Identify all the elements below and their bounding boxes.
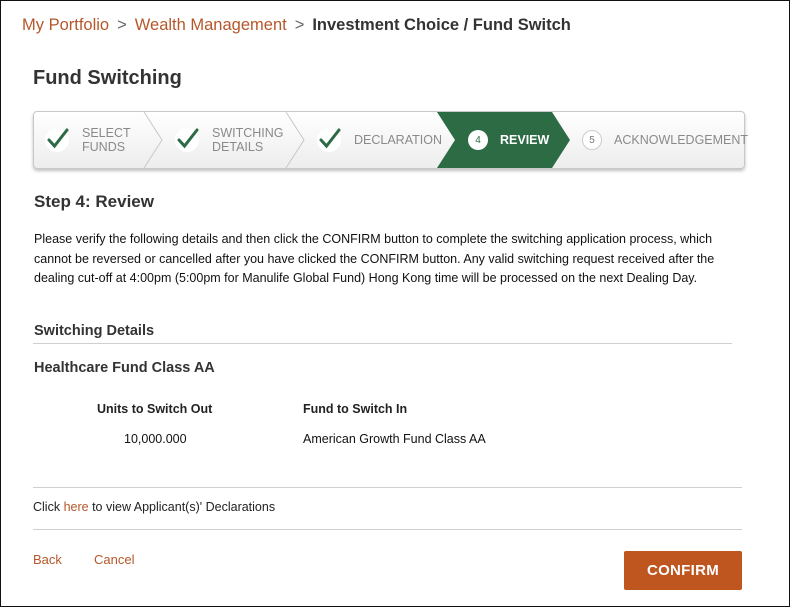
- units-value: 10,000.000: [124, 432, 187, 446]
- declarations-link[interactable]: here: [64, 500, 89, 514]
- wizard-progress: SELECT FUNDS SWITCHING DETAILS DECLARATI…: [33, 111, 748, 169]
- breadcrumb-separator: >: [294, 16, 305, 34]
- back-link[interactable]: Back: [33, 552, 62, 567]
- divider: [33, 487, 742, 488]
- confirm-button[interactable]: CONFIRM: [624, 551, 742, 590]
- check-icon: [175, 128, 199, 152]
- column-header-fund-in: Fund to Switch In: [303, 402, 408, 416]
- section-divider: [33, 343, 732, 344]
- step-divider: [143, 112, 163, 168]
- step-label: SWITCHING: [212, 126, 284, 140]
- step-heading: Step 4: Review: [34, 192, 154, 211]
- step-label: ACKNOWLEDGEMENT: [614, 133, 749, 147]
- declaration-suffix: to view Applicant(s)' Declarations: [88, 500, 276, 514]
- step-review: 4 REVIEW: [468, 112, 549, 168]
- step-label: DETAILS: [212, 140, 264, 154]
- step-number-badge: 5: [582, 130, 602, 150]
- breadcrumb-separator: >: [117, 16, 127, 34]
- step-switching-details: SWITCHING DETAILS: [174, 112, 284, 168]
- breadcrumb-wealth-management[interactable]: Wealth Management: [135, 16, 287, 34]
- step-label: FUNDS: [82, 140, 126, 154]
- page-title: Fund Switching: [33, 67, 182, 89]
- step-declaration: DECLARATION: [316, 112, 442, 168]
- declaration-prefix: Click: [33, 500, 64, 514]
- review-instructions: Please verify the following details and …: [34, 232, 715, 285]
- declaration-text: Click here to view Applicant(s)' Declara…: [33, 500, 275, 514]
- breadcrumb-current: Investment Choice / Fund Switch: [312, 16, 571, 34]
- step-select-funds: SELECT FUNDS: [44, 112, 131, 168]
- switch-out-fund-name: Healthcare Fund Class AA: [34, 360, 215, 376]
- page-frame: [0, 0, 790, 607]
- column-header-units: Units to Switch Out: [97, 402, 213, 416]
- divider: [33, 529, 742, 530]
- step-label: REVIEW: [500, 133, 550, 147]
- check-icon: [317, 128, 341, 152]
- step-label: DECLARATION: [354, 133, 442, 147]
- breadcrumb: My Portfolio > Wealth Management > Investmen…: [22, 16, 571, 35]
- switching-details-heading: Switching Details: [34, 323, 155, 339]
- fund-in-value: American Growth Fund Class AA: [303, 432, 486, 446]
- step-divider: [285, 112, 305, 168]
- breadcrumb-my-portfolio[interactable]: My Portfolio: [22, 16, 109, 34]
- cancel-link[interactable]: Cancel: [94, 552, 134, 567]
- check-icon: [45, 128, 69, 152]
- step-number-badge: 4: [468, 130, 488, 150]
- step-acknowledgement: 5 ACKNOWLEDGEMENT: [582, 112, 748, 168]
- step-label: SELECT: [82, 126, 131, 140]
